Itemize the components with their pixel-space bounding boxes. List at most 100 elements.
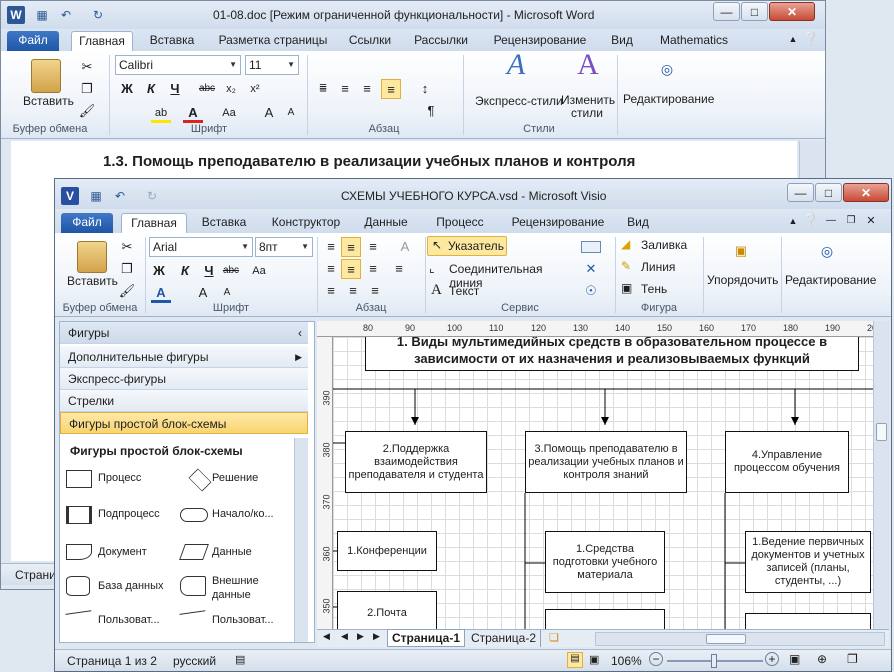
editing-button[interactable]: Редактирование	[623, 92, 714, 106]
cut-icon[interactable]: ✂	[77, 57, 97, 77]
tab-home[interactable]: Главная	[71, 31, 133, 51]
editing-button[interactable]: Редактирование	[785, 273, 876, 287]
flowchart-box-teacher-help[interactable]: 3.Помощь преподавателю в реализации учеб…	[525, 431, 687, 493]
close-button[interactable]: ✕	[769, 2, 815, 21]
binoculars-icon[interactable]: ◎	[817, 241, 837, 261]
window-minimize-icon[interactable]: —	[821, 211, 841, 231]
subscript-icon[interactable]: x₂	[221, 79, 241, 99]
shrink-font-icon[interactable]: A	[217, 283, 237, 303]
decrease-indent-icon[interactable]: ≡	[321, 281, 341, 301]
top-ruler[interactable]: 8090100110120130140150160170180190200	[317, 321, 873, 337]
tab-view[interactable]: Вид	[621, 213, 655, 233]
shape-label[interactable]: Решение	[212, 472, 258, 484]
save-icon[interactable]: ▦	[33, 6, 51, 24]
canvas-vertical-scrollbar[interactable]	[873, 321, 889, 629]
panel-item-quick-shapes[interactable]: Экспресс-фигуры	[60, 368, 308, 390]
database-shape-icon[interactable]	[66, 576, 90, 596]
zoom-out-icon[interactable]: −	[649, 652, 663, 666]
full-page-view-icon[interactable]: ▤	[567, 652, 583, 668]
tab-review[interactable]: Рецензирование	[505, 213, 611, 233]
stencil-scrollbar[interactable]	[294, 438, 308, 642]
underline-icon[interactable]: Ч	[165, 79, 185, 99]
font-size-combo[interactable]: 11 ▼	[245, 55, 299, 75]
align-left-icon[interactable]: ≡	[313, 79, 333, 99]
tab-process[interactable]: Процесс	[429, 213, 491, 233]
change-styles-button-line2[interactable]: стили	[571, 106, 603, 120]
align-center-icon[interactable]: ≡	[341, 259, 361, 279]
align-bottom-icon[interactable]: ≡	[363, 237, 383, 257]
switch-windows-icon[interactable]: ❐	[847, 652, 858, 666]
express-styles-button[interactable]: Экспресс-стили	[475, 94, 563, 108]
line-button[interactable]: ✎ Линия	[621, 259, 701, 277]
last-page-icon[interactable]: ▶	[373, 631, 380, 642]
line-spacing-icon[interactable]: ↕	[415, 79, 435, 99]
connector-tool-button[interactable]: ⌞ Соединительная линия	[429, 260, 579, 290]
show-marks-icon[interactable]: ¶	[421, 101, 441, 121]
tab-view[interactable]: Вид	[605, 31, 639, 51]
flowchart-box-mail[interactable]: 2.Почта	[337, 591, 437, 629]
external-data-shape-icon[interactable]	[180, 576, 206, 596]
align-right-icon[interactable]: ≡	[357, 79, 377, 99]
zoom-slider[interactable]	[667, 654, 763, 668]
flowchart-box-conferences[interactable]: 1.Конференции	[337, 531, 437, 571]
subprocess-shape-icon[interactable]	[66, 506, 92, 524]
scroll-thumb[interactable]	[706, 634, 746, 644]
italic-icon[interactable]: К	[175, 261, 195, 281]
document-shape-icon[interactable]	[66, 544, 92, 560]
panel-item-arrows[interactable]: Стрелки	[60, 390, 308, 412]
binoculars-icon[interactable]: ◎	[657, 59, 677, 79]
flowchart-box-management[interactable]: 4.Управление процессом обучения	[725, 431, 849, 493]
tab-design[interactable]: Конструктор	[265, 213, 347, 233]
close-button[interactable]: ✕	[843, 183, 889, 202]
scroll-thumb[interactable]	[876, 423, 887, 441]
window-close-icon[interactable]: ✕	[861, 211, 881, 231]
prev-page-icon[interactable]: ◀	[341, 631, 348, 642]
pan-zoom-icon[interactable]: ⊕	[817, 652, 827, 666]
justify-icon[interactable]: ≡	[381, 79, 401, 99]
paste-icon[interactable]	[77, 241, 107, 273]
next-page-icon[interactable]: ▶	[357, 631, 364, 642]
maximize-button[interactable]: □	[815, 183, 842, 202]
help-icon[interactable]: ❔	[801, 29, 821, 49]
zoom-slider-thumb[interactable]	[711, 654, 717, 668]
italic-icon[interactable]: К	[141, 79, 161, 99]
help-icon[interactable]: ❔	[801, 211, 821, 231]
shape-label[interactable]: Данные	[212, 546, 252, 558]
align-middle-icon[interactable]: ≡	[341, 237, 361, 257]
change-case-icon[interactable]: Aa	[219, 103, 239, 123]
shape-label[interactable]: Документ	[98, 546, 147, 558]
zoom-in-icon[interactable]: +	[765, 652, 779, 666]
grow-font-icon[interactable]: A	[193, 283, 213, 303]
font-name-combo[interactable]: Calibri ▼	[115, 55, 241, 75]
align-top-icon[interactable]: ≡	[321, 237, 341, 257]
custom-shape-icon[interactable]	[65, 610, 93, 624]
shape-label[interactable]: Начало/ко...	[212, 508, 274, 520]
shape-label[interactable]: Пользоват...	[98, 614, 160, 626]
flowchart-box-partial[interactable]	[745, 613, 871, 629]
flowchart-box-support[interactable]: 2.Поддержка взаимодействия преподавателя…	[345, 431, 487, 493]
page-tab-1[interactable]: Страница-1	[387, 629, 465, 647]
shape-label[interactable]: Пользоват...	[212, 614, 274, 626]
tab-insert[interactable]: Вставка	[143, 31, 201, 51]
zoom-level[interactable]: 106%	[611, 654, 642, 668]
font-name-combo[interactable]: Arial ▼	[149, 237, 253, 257]
tab-mathematics[interactable]: Mathematics	[653, 31, 735, 51]
drawing-canvas[interactable]: 1. Виды мультимедийных средств в образов…	[333, 337, 873, 629]
ribbon-collapse-icon[interactable]: ▲	[783, 29, 803, 49]
tab-page-layout[interactable]: Разметка страницы	[211, 31, 335, 51]
shape-label[interactable]: Процесс	[98, 472, 141, 484]
status-language[interactable]: русский	[173, 654, 216, 668]
paste-icon[interactable]	[31, 59, 61, 93]
shadow-button[interactable]: ▣ Тень	[621, 281, 701, 299]
ribbon-collapse-icon[interactable]: ▲	[783, 211, 803, 231]
highlight-icon[interactable]: ab	[151, 103, 171, 123]
justify-icon[interactable]: ≡	[389, 259, 409, 279]
redo-icon[interactable]: ↻	[89, 6, 107, 24]
fit-page-icon[interactable]: ▣	[789, 652, 800, 666]
format-painter-icon[interactable]: 🖌	[117, 281, 137, 301]
first-page-icon[interactable]: ◀	[323, 631, 330, 642]
tab-references[interactable]: Ссылки	[343, 31, 397, 51]
format-painter-icon[interactable]: 🖌	[77, 101, 97, 121]
grow-font-icon[interactable]: A	[259, 103, 279, 123]
tab-data[interactable]: Данные	[359, 213, 413, 233]
